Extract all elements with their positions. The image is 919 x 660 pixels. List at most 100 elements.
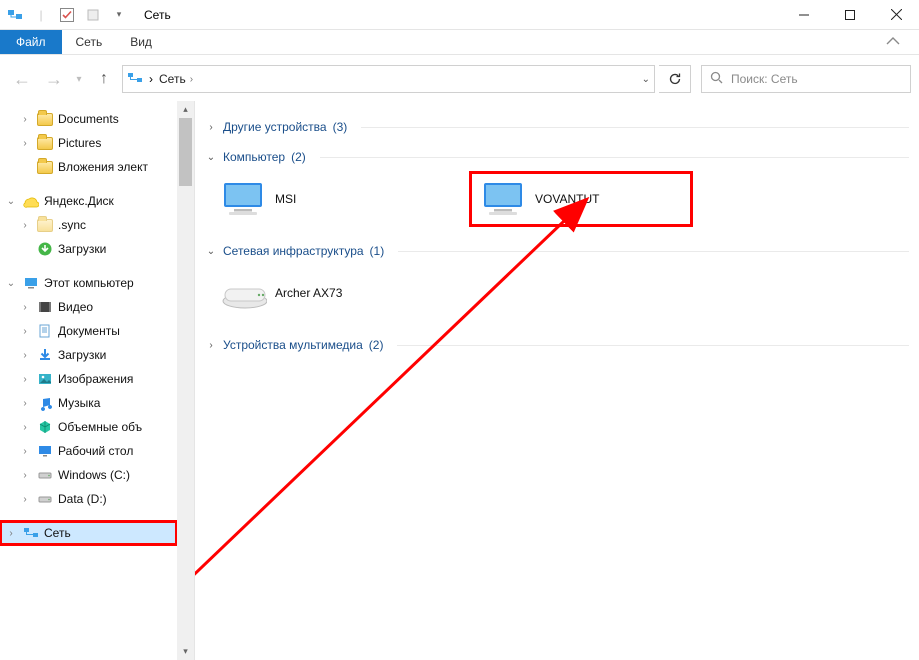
search-input[interactable]: Поиск: Сеть — [701, 65, 911, 93]
network-icon — [127, 70, 143, 89]
drive-icon — [36, 466, 54, 484]
chevron-right-icon: › — [149, 72, 153, 86]
folder-icon — [36, 158, 54, 176]
sidebar-item[interactable]: ⌄ Этот компьютер — [0, 271, 177, 295]
divider — [320, 157, 909, 158]
scroll-up-button[interactable]: ▴ — [177, 101, 194, 118]
sidebar-item[interactable]: Загрузки — [0, 237, 177, 261]
chevron-down-icon[interactable]: ⌄ — [205, 152, 217, 163]
scroll-thumb[interactable] — [179, 118, 192, 186]
sidebar-scrollbar[interactable]: ▴ ▾ — [177, 101, 194, 660]
sidebar-item[interactable]: › Документы — [0, 319, 177, 343]
sidebar-item-label: Загрузки — [58, 242, 106, 256]
sidebar-item[interactable]: › Windows (C:) — [0, 463, 177, 487]
refresh-button[interactable] — [659, 65, 691, 93]
sidebar-item[interactable]: › Рабочий стол — [0, 439, 177, 463]
history-dropdown[interactable]: ▾ — [72, 65, 86, 93]
cube-icon — [36, 418, 54, 436]
music-icon — [36, 394, 54, 412]
chevron-right-icon[interactable]: › — [18, 446, 32, 457]
chevron-right-icon[interactable]: › — [18, 114, 32, 125]
sidebar-item[interactable]: ›Музыка — [0, 391, 177, 415]
group-header[interactable]: ›Устройства мультимедиа(2) — [205, 333, 909, 357]
item-tile[interactable]: VOVANTUT — [471, 173, 691, 225]
breadcrumb[interactable]: Сеть › — [159, 72, 193, 86]
file-tab[interactable]: Файл — [0, 30, 62, 54]
chevron-down-icon[interactable]: ⌄ — [4, 196, 18, 207]
chevron-right-icon[interactable]: › — [18, 374, 32, 385]
ribbon: Файл Сеть Вид — [0, 30, 919, 55]
chevron-right-icon[interactable]: › — [205, 122, 217, 133]
checkbox-icon[interactable] — [58, 6, 76, 24]
maximize-button[interactable] — [827, 0, 873, 30]
item-name: Archer AX73 — [275, 286, 342, 300]
item-tile[interactable]: Archer AX73 — [211, 267, 431, 319]
group-count: (2) — [369, 338, 384, 352]
title-bar: | ▾ Сеть — [0, 0, 919, 30]
sidebar-item-label: Документы — [58, 324, 120, 338]
sidebar-item-label: Data (D:) — [58, 492, 107, 506]
folder-icon — [36, 134, 54, 152]
group-header[interactable]: ›Другие устройства(3) — [205, 115, 909, 139]
chevron-right-icon[interactable]: › — [18, 302, 32, 313]
chevron-right-icon[interactable]: › — [18, 326, 32, 337]
content-pane: ›Другие устройства(3) ⌄Компьютер(2) MSI VOV… — [195, 101, 919, 660]
sidebar-item-label: Вложения элект — [58, 160, 148, 174]
up-button[interactable]: ↑ — [90, 65, 118, 93]
sidebar-item[interactable]: ⌄Яндекс.Диск — [0, 189, 177, 213]
chevron-right-icon[interactable]: › — [4, 528, 18, 539]
sidebar-item-label: Documents — [58, 112, 119, 126]
sidebar-item[interactable]: › Data (D:) — [0, 487, 177, 511]
docs-icon — [36, 322, 54, 340]
sidebar-item-label: Рабочий стол — [58, 444, 133, 458]
group-header[interactable]: ⌄Компьютер(2) — [205, 145, 909, 169]
sidebar-item[interactable]: › Pictures — [0, 131, 177, 155]
sidebar-item-label: Видео — [58, 300, 93, 314]
down-green-icon — [36, 240, 54, 258]
minimize-button[interactable] — [781, 0, 827, 30]
qat-overflow-icon[interactable]: ▾ — [110, 6, 128, 24]
sidebar-item[interactable]: ›Сеть — [0, 521, 177, 545]
quick-access-toolbar: | ▾ — [0, 6, 128, 24]
ribbon-tab-view[interactable]: Вид — [116, 30, 166, 54]
chevron-right-icon[interactable]: › — [18, 350, 32, 361]
qat-dropdown-icon[interactable] — [84, 6, 102, 24]
items-row: Archer AX73 — [205, 263, 909, 327]
sidebar-item[interactable]: › Documents — [0, 107, 177, 131]
sidebar-item-label: Windows (C:) — [58, 468, 130, 482]
sidebar-item[interactable]: ›Загрузки — [0, 343, 177, 367]
sidebar-item[interactable]: Вложения элект — [0, 155, 177, 179]
ribbon-tab-network[interactable]: Сеть — [62, 30, 117, 54]
scroll-down-button[interactable]: ▾ — [177, 643, 194, 660]
drive-icon — [36, 490, 54, 508]
close-button[interactable] — [873, 0, 919, 30]
nav-row: ← → ▾ ↑ › Сеть › ⌄ Поиск: Сеть — [8, 61, 911, 97]
sidebar-item[interactable]: ›Объемные объ — [0, 415, 177, 439]
sidebar-item[interactable]: › Видео — [0, 295, 177, 319]
chevron-right-icon[interactable]: › — [18, 220, 32, 231]
chevron-right-icon[interactable]: › — [205, 340, 217, 351]
forward-button[interactable]: → — [40, 65, 68, 93]
chevron-right-icon[interactable]: › — [18, 422, 32, 433]
sidebar-item[interactable]: ›.sync — [0, 213, 177, 237]
sidebar-item-label: Pictures — [58, 136, 101, 150]
network-icon — [6, 6, 24, 24]
sidebar-item[interactable]: ›Изображения — [0, 367, 177, 391]
chevron-right-icon[interactable]: › — [18, 470, 32, 481]
address-dropdown-icon[interactable]: ⌄ — [642, 74, 650, 85]
chevron-right-icon[interactable]: › — [18, 138, 32, 149]
ribbon-collapse-button[interactable] — [871, 30, 919, 54]
back-button[interactable]: ← — [8, 65, 36, 93]
group-count: (1) — [370, 244, 385, 258]
item-tile[interactable]: MSI — [211, 173, 431, 225]
images-icon — [36, 370, 54, 388]
chevron-right-icon[interactable]: › — [18, 398, 32, 409]
address-bar[interactable]: › Сеть › ⌄ — [122, 65, 655, 93]
group-header[interactable]: ⌄Сетевая инфраструктура(1) — [205, 239, 909, 263]
divider — [397, 345, 909, 346]
sidebar-item-label: Этот компьютер — [44, 276, 134, 290]
chevron-down-icon[interactable]: ⌄ — [205, 246, 217, 257]
chevron-down-icon[interactable]: ⌄ — [4, 278, 18, 289]
chevron-right-icon[interactable]: › — [18, 494, 32, 505]
folder-icon — [36, 110, 54, 128]
